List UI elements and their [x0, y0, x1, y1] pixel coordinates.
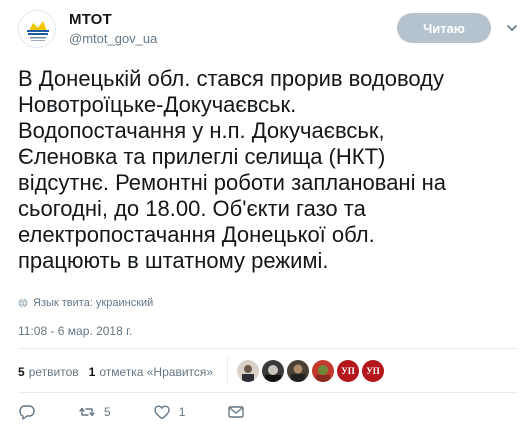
tweet-text-line: Єленовка та прилеглі селища (НКТ) [18, 144, 386, 169]
tweet-text-line: працюють в штатному режимі. [18, 248, 329, 273]
divider [18, 348, 518, 349]
tweet-timestamp[interactable]: 11:08 - 6 мар. 2018 г. [18, 324, 132, 338]
heart-icon [153, 405, 170, 420]
tweet-actions: 5 1 [18, 402, 287, 422]
account-handle[interactable]: @mtot_gov_ua [69, 31, 157, 46]
tweet-language-label: Язык твита: украинский [33, 297, 154, 309]
avatar[interactable]: УП [362, 360, 384, 382]
avatar[interactable] [287, 360, 309, 382]
reply-button[interactable] [18, 403, 36, 421]
avatar-label: УП [341, 366, 355, 376]
tweet-language: Язык твита: украинский [18, 297, 153, 309]
tweet-text-line: Водопостачання у н.п. Докучаєвськ, [18, 118, 385, 143]
like-count: 1 [178, 405, 186, 419]
tweet-text-line: відсутнє. Ремонтні роботи заплановані на [18, 170, 446, 195]
retweet-icon [79, 407, 95, 417]
likes-count: 1 [88, 365, 96, 379]
direct-message-button[interactable] [227, 403, 245, 421]
avatar[interactable]: УП [337, 360, 359, 382]
retweets-label: ретвитов [28, 365, 79, 379]
likes-stat[interactable]: 1 отметка «Нравится» [89, 365, 213, 379]
tweet-header: МТОТ @mtot_gov_ua Читаю [18, 8, 518, 52]
avatar-label: УП [366, 366, 380, 376]
tweet-text: В Донецькій обл. стався прорив водоводу … [18, 66, 518, 274]
mtot-logo-icon[interactable] [18, 10, 56, 48]
liker-avatars: УП УП [237, 360, 387, 382]
following-button[interactable]: Читаю [397, 13, 491, 43]
tweet-text-line: сьогодні, до 18.00. Об'єкти газо та [18, 196, 366, 221]
like-button[interactable]: 1 [153, 403, 186, 421]
divider [18, 392, 518, 393]
tweet-text-line: електропостачання Донецької обл. [18, 222, 375, 247]
tweet-stats: 5 ретвитов 1 отметка «Нравится» [18, 360, 223, 384]
avatar[interactable] [312, 360, 334, 382]
retweet-count: 5 [104, 405, 111, 419]
stats-divider [227, 357, 228, 385]
tweet-text-line: В Донецькій обл. стався прорив водоводу [18, 66, 444, 91]
globe-icon [18, 298, 28, 308]
avatar[interactable] [262, 360, 284, 382]
chevron-down-icon[interactable] [505, 21, 519, 35]
tweet-text-line: Новотроїцьке-Докучаєвськ. [18, 92, 297, 117]
account-name[interactable]: МТОТ [69, 11, 112, 28]
retweet-button[interactable]: 5 [78, 403, 111, 421]
likes-label: отметка «Нравится» [99, 365, 214, 379]
envelope-icon [228, 406, 245, 418]
tweet-card: МТОТ @mtot_gov_ua Читаю В Донецькій обл.… [0, 0, 527, 433]
avatar[interactable] [237, 360, 259, 382]
reply-icon [19, 405, 35, 420]
retweets-stat[interactable]: 5 ретвитов [18, 365, 79, 379]
retweets-count: 5 [18, 365, 25, 379]
